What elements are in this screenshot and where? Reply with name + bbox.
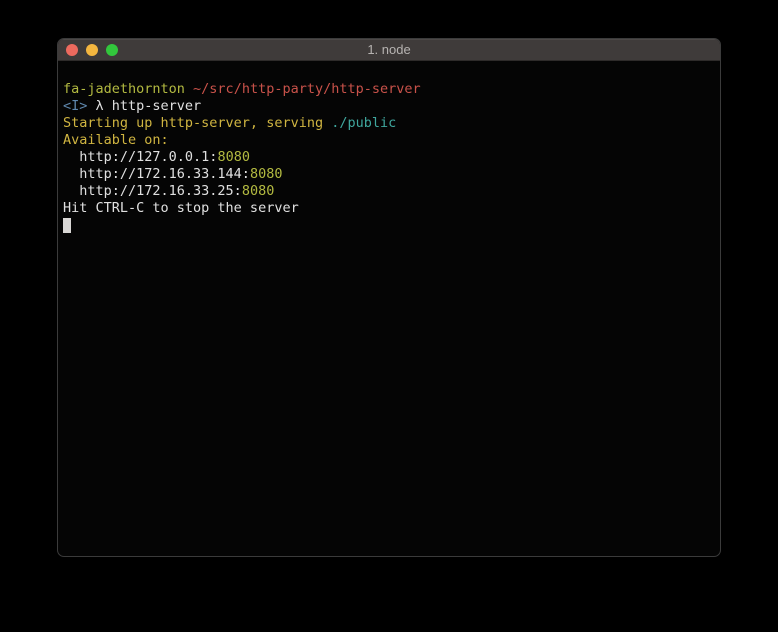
terminal-line: [63, 217, 715, 234]
startup-message: Starting up http-server, serving: [63, 115, 331, 131]
server-url: http://127.0.0.1:: [63, 149, 217, 165]
window-title: 1. node: [367, 42, 410, 57]
zoom-button[interactable]: [106, 44, 118, 56]
terminal-line: Starting up http-server, serving ./publi…: [63, 115, 715, 132]
server-port: 8080: [250, 166, 283, 182]
serve-directory: ./public: [331, 115, 396, 131]
server-url: http://172.16.33.25:: [63, 183, 242, 199]
terminal-line: http://127.0.0.1:8080: [63, 149, 715, 166]
server-port: 8080: [242, 183, 275, 199]
prompt-host: fa-jadethornton: [63, 81, 185, 97]
command-text: λ http-server: [87, 98, 201, 114]
terminal-line: Hit CTRL-C to stop the server: [63, 200, 715, 217]
terminal-line: http://172.16.33.144:8080: [63, 166, 715, 183]
terminal-line: http://172.16.33.25:8080: [63, 183, 715, 200]
server-port: 8080: [217, 149, 250, 165]
prompt-path: ~/src/http-party/http-server: [185, 81, 421, 97]
terminal-output[interactable]: fa-jadethornton ~/src/http-party/http-se…: [58, 61, 720, 234]
available-on-label: Available on:: [63, 132, 169, 148]
prompt-marker: <I>: [63, 98, 87, 114]
terminal-line: <I> λ http-server: [63, 98, 715, 115]
terminal-window: 1. node fa-jadethornton ~/src/http-party…: [57, 38, 721, 557]
server-url: http://172.16.33.144:: [63, 166, 250, 182]
minimize-button[interactable]: [86, 44, 98, 56]
terminal-line: fa-jadethornton ~/src/http-party/http-se…: [63, 81, 715, 98]
window-titlebar[interactable]: 1. node: [58, 39, 720, 61]
close-button[interactable]: [66, 44, 78, 56]
terminal-line: Available on:: [63, 132, 715, 149]
window-controls: [66, 39, 118, 60]
stop-hint: Hit CTRL-C to stop the server: [63, 200, 299, 216]
terminal-cursor: [63, 218, 71, 233]
